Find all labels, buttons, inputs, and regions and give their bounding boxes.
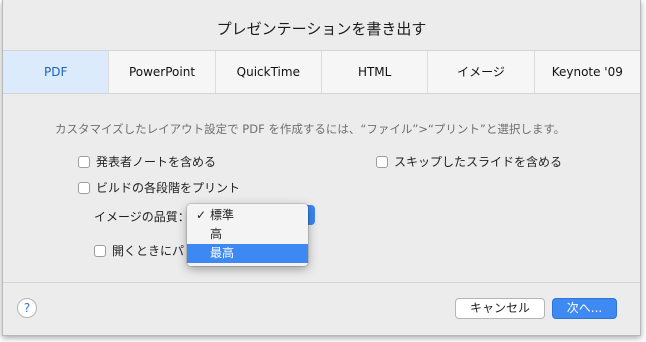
open-when-done-checkbox[interactable]: [94, 244, 106, 257]
quality-option-best[interactable]: 最高: [187, 244, 308, 263]
build-stages-label: ビルドの各段階をプリント: [96, 181, 241, 195]
build-stages-option[interactable]: ビルドの各段階をプリント: [78, 179, 240, 196]
dialog-title: プレゼンテーションを書き出す: [216, 20, 427, 38]
tab-html[interactable]: HTML: [322, 51, 429, 93]
tab-image[interactable]: イメージ: [428, 51, 535, 93]
next-button[interactable]: 次へ...: [552, 298, 617, 319]
quality-option-best-label: 最高: [210, 246, 235, 260]
image-quality-menu: ✓ 標準 高 最高: [187, 204, 308, 266]
image-quality-label: イメージの品質：: [94, 210, 190, 224]
open-when-done-label: 開くときにパ: [112, 244, 185, 258]
open-when-done-option[interactable]: 開くときにパ: [94, 242, 184, 259]
skipped-slides-option[interactable]: スキップしたスライドを含める: [376, 153, 562, 170]
tab-keynote-09[interactable]: Keynote '09: [535, 51, 640, 93]
cancel-button[interactable]: キャンセル: [455, 298, 545, 319]
pdf-description: カスタマイズしたレイアウト設定で PDF を作成するには、“ファイル”>“プリン…: [55, 122, 566, 136]
skipped-slides-label: スキップしたスライドを含める: [394, 155, 563, 169]
quality-option-high[interactable]: 高: [187, 225, 308, 244]
skipped-slides-checkbox[interactable]: [376, 155, 388, 168]
quality-option-standard-label: 標準: [210, 208, 235, 222]
footer-divider: [3, 282, 640, 283]
presenter-notes-option[interactable]: 発表者ノートを含める: [78, 153, 216, 170]
presenter-notes-label: 発表者ノートを含める: [96, 155, 217, 169]
quality-option-standard[interactable]: ✓ 標準: [187, 206, 308, 225]
tab-quicktime[interactable]: QuickTime: [216, 51, 322, 93]
tab-pdf[interactable]: PDF: [3, 51, 110, 93]
build-stages-checkbox[interactable]: [78, 181, 90, 194]
help-button[interactable]: ?: [17, 298, 37, 318]
presenter-notes-checkbox[interactable]: [78, 155, 90, 168]
format-tab-bar: PDF PowerPoint QuickTime HTML イメージ Keyno…: [3, 50, 640, 94]
export-dialog: プレゼンテーションを書き出す PDF PowerPoint QuickTime …: [2, 0, 641, 336]
quality-option-high-label: 高: [210, 227, 223, 241]
checkmark-icon: ✓: [196, 208, 207, 222]
tab-powerpoint[interactable]: PowerPoint: [109, 51, 216, 93]
